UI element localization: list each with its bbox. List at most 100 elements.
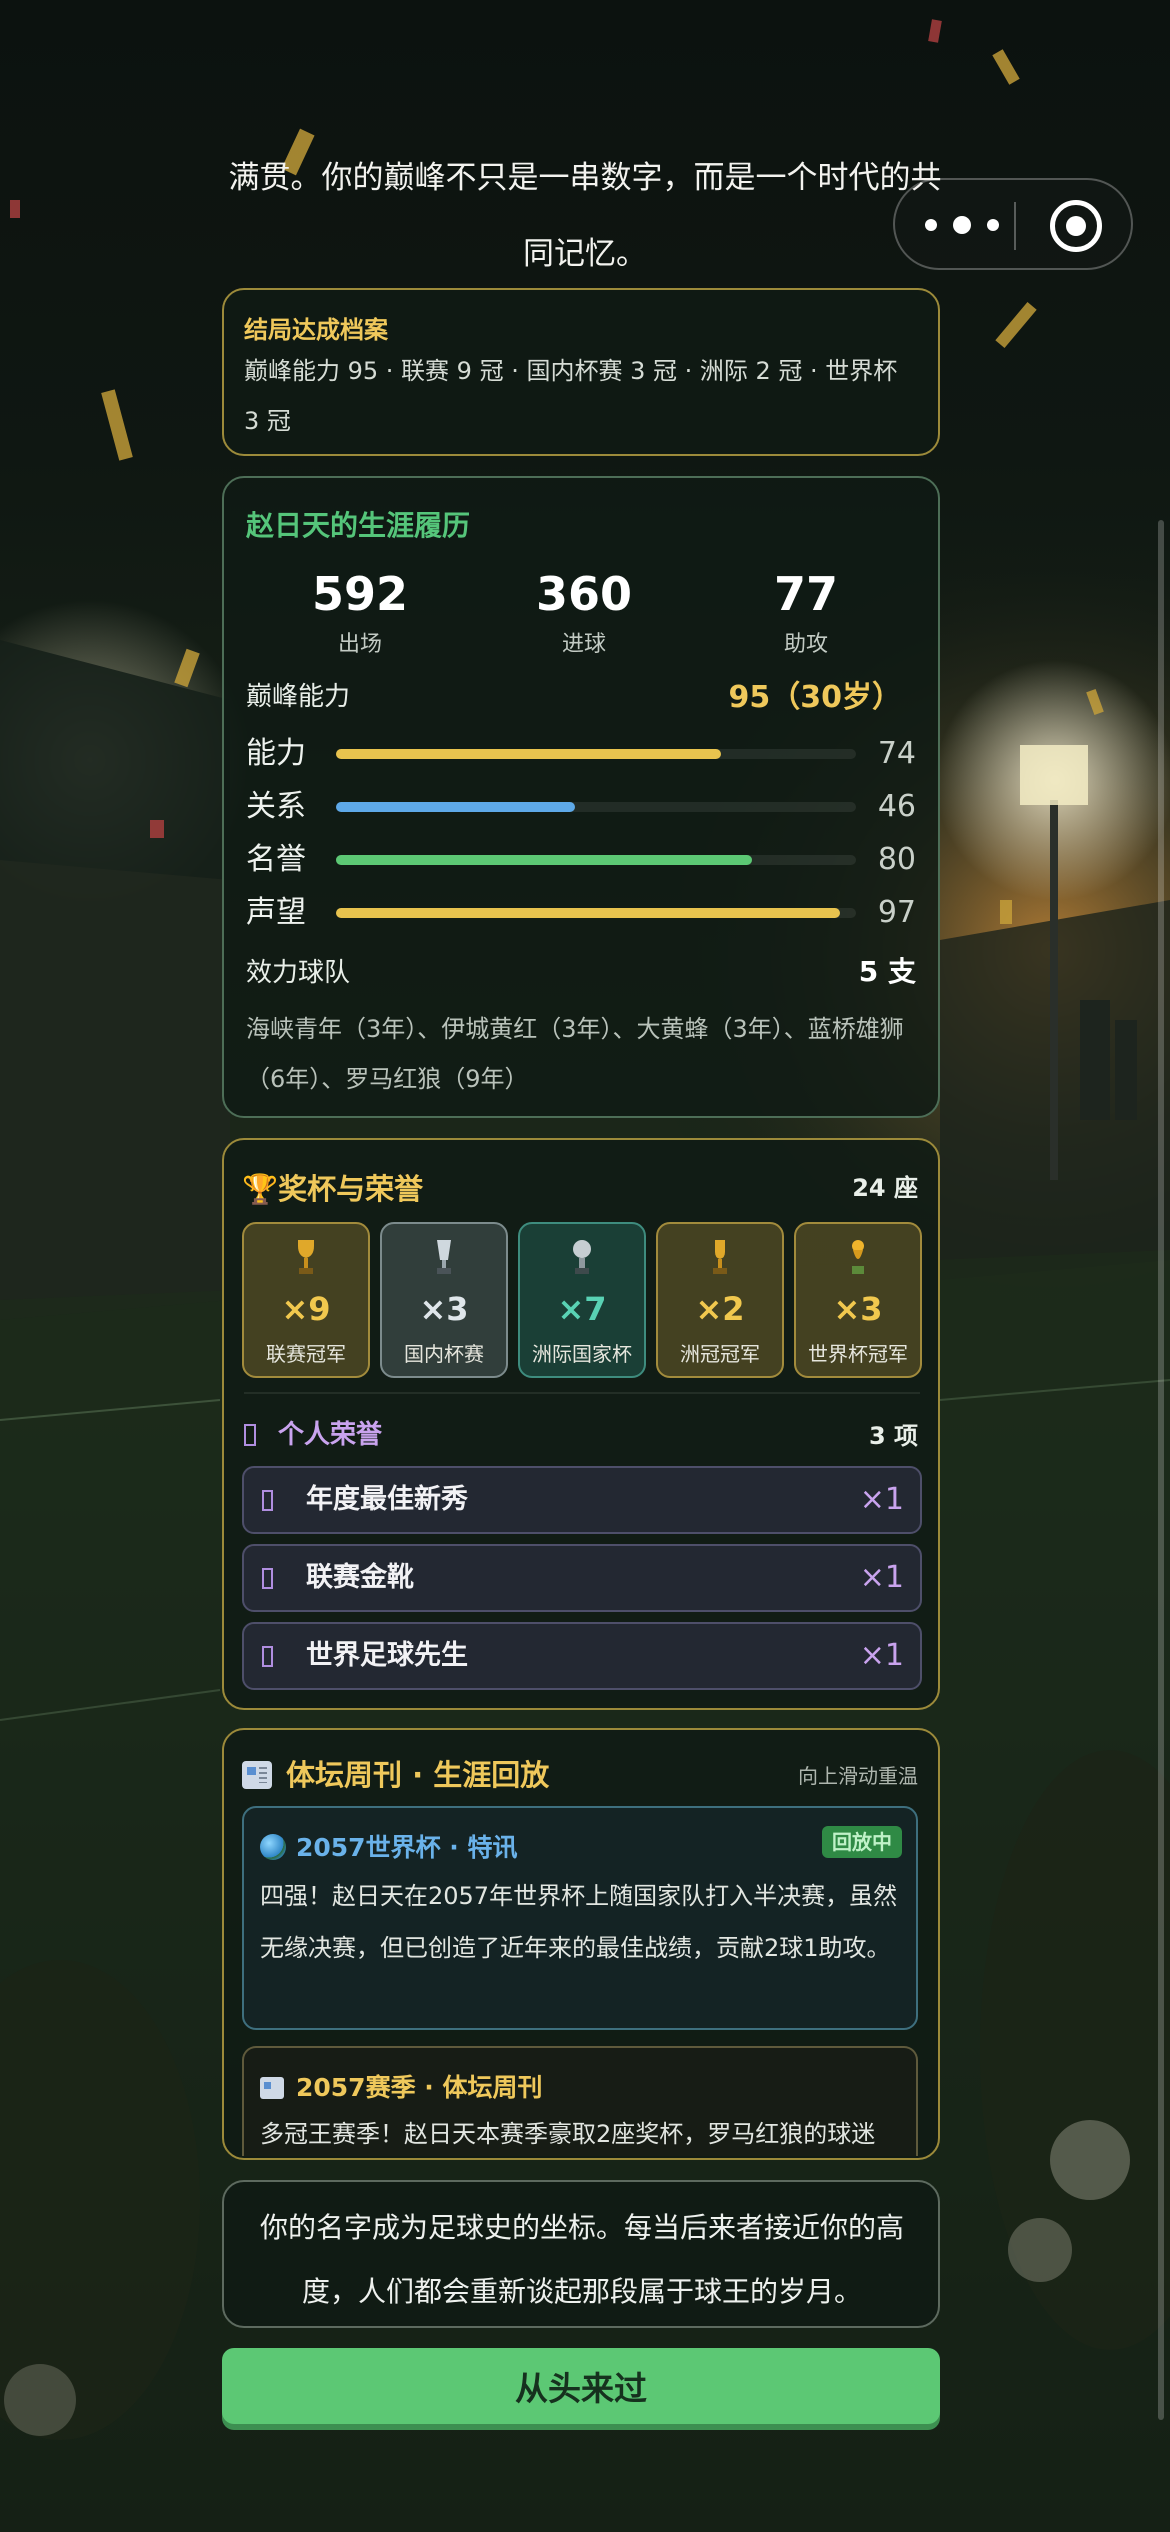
news-item[interactable]: 2057世界杯 · 特讯 回放中 四强！赵日天在2057年世界杯上随国家队打入半… [242,1806,918,2030]
trophy-count: ×2 [695,1290,745,1328]
teams-label: 效力球队 [246,958,351,988]
stat-value: 592 [311,567,409,621]
trophy-champions[interactable]: ×2 洲冠冠军 [656,1222,784,1378]
trophy-label: 联赛冠军 [266,1342,346,1366]
close-target-icon[interactable] [1050,200,1102,252]
stat-label: 进球 [561,632,606,657]
stat-assists: 77 助攻 [726,568,886,658]
trophy-count: ×3 [419,1290,469,1328]
personal-honors-title-text: 个人荣誉 [278,1420,383,1450]
medal-icon [262,1646,273,1667]
personal-honors-title: 个人荣誉 [244,1414,382,1451]
trophies-title-text: 奖杯与荣誉 [278,1172,424,1206]
stat-goals: 360 进球 [504,568,664,658]
ending-archive-card: 结局达成档案 巅峰能力 95 · 联赛 9 冠 · 国内杯赛 3 冠 · 洲际 … [222,288,940,456]
globe-icon [260,1834,286,1860]
news-item-header-text: 2057赛季 · 体坛周刊 [296,2073,543,2102]
honor-count: ×1 [859,1482,904,1517]
ability-bar: 能力 74 [246,734,916,774]
news-item-body: 四强！赵日天在2057年世界杯上随国家队打入半决赛，虽然无缘决赛，但已创造了近年… [260,1882,898,1962]
stat-value: 77 [773,567,838,621]
news-title-text: 体坛周刊 · 生涯回放 [286,1758,550,1792]
news-item[interactable]: 2057赛季 · 体坛周刊 多冠王赛季！赵日天本赛季豪取2座奖杯，罗马红狼的球迷 [242,2046,918,2156]
trophy-label: 国内杯赛 [404,1342,484,1366]
bar-fill [336,749,721,759]
honor-name: 世界足球先生 [306,1640,468,1671]
bar-value: 46 [877,789,916,824]
honor-count: ×1 [859,1560,904,1595]
bar-label: 声望 [246,895,306,930]
news-item-header: 2057世界杯 · 特讯 [260,1828,518,1864]
bar-label: 名誉 [246,842,306,877]
scrollbar[interactable] [1158,520,1164,2420]
trophy-icon [298,1240,314,1274]
restart-button[interactable]: 从头来过 [222,2348,940,2424]
honor-item[interactable]: 世界足球先生 ×1 [242,1622,922,1690]
stat-label: 出场 [337,632,382,657]
bar-track [336,908,856,918]
trophies-card: 🏆奖杯与荣誉 24 座 ×9 联赛冠军 ×3 国内杯赛 ×7 洲际国家杯 ×2 … [222,1138,940,1710]
bar-value: 80 [877,842,916,877]
teams-list: 海峡青年（3年）、伊城黄红（3年）、大黄蜂（3年）、蓝桥雄狮（6年）、罗马红狼（… [246,1015,904,1093]
trophy-icon [713,1240,727,1274]
news-item-header: 2057赛季 · 体坛周刊 [260,2068,543,2104]
personal-honors-count: 3 项 [868,1422,918,1450]
archive-title: 结局达成档案 [244,316,388,344]
honor-bar: 名誉 80 [246,840,916,880]
medal-icon [262,1568,273,1589]
honor-count: ×1 [859,1638,904,1673]
trophy-world-cup[interactable]: ×3 世界杯冠军 [794,1222,922,1378]
bar-label: 关系 [246,789,306,824]
trophy-tiles: ×9 联赛冠军 ×3 国内杯赛 ×7 洲际国家杯 ×2 洲冠冠军 ×3 世界杯冠… [242,1222,922,1378]
medal-icon [244,1424,256,1446]
archive-summary: 巅峰能力 95 · 联赛 9 冠 · 国内杯赛 3 冠 · 洲际 2 冠 · 世… [244,357,898,435]
stat-label: 助攻 [783,632,828,657]
trophy-count: ×7 [557,1290,607,1328]
trophy-count: ×3 [833,1290,883,1328]
bar-fill [336,855,752,865]
world-cup-icon [852,1240,864,1274]
bar-track [336,855,856,865]
trophies-title: 🏆奖杯与荣誉 [242,1166,423,1208]
trophy-league[interactable]: ×9 联赛冠军 [242,1222,370,1378]
bar-value: 97 [877,895,916,930]
bar-fill [336,908,841,918]
section-divider [244,1392,920,1394]
replaying-badge: 回放中 [822,1826,902,1858]
honor-item[interactable]: 联赛金靴 ×1 [242,1544,922,1612]
teams-count: 5 支 [858,955,916,988]
newspaper-icon [260,2077,284,2099]
news-title: 体坛周刊 · 生涯回放 [242,1752,549,1794]
trophy-icon: 🏆 [242,1172,279,1206]
relationship-bar: 关系 46 [246,787,916,827]
trophy-label: 洲际国家杯 [532,1342,632,1366]
news-item-header-text: 2057世界杯 · 特讯 [296,1833,518,1862]
medal-icon [262,1490,273,1511]
stat-value: 360 [535,567,633,621]
honor-name: 年度最佳新秀 [306,1484,468,1515]
newspaper-icon [242,1761,272,1789]
closing-card: 你的名字成为足球史的坐标。每当后来者接近你的高度，人们都会重新谈起那段属于球王的… [222,2180,940,2328]
trophy-label: 世界杯冠军 [808,1342,908,1366]
trophy-label: 洲冠冠军 [680,1342,760,1366]
honor-item[interactable]: 年度最佳新秀 ×1 [242,1466,922,1534]
cup-icon [437,1240,451,1274]
trophy-domestic-cup[interactable]: ×3 国内杯赛 [380,1222,508,1378]
reputation-bar: 声望 97 [246,893,916,933]
news-item-body: 多冠王赛季！赵日天本赛季豪取2座奖杯，罗马红狼的球迷 [260,2120,876,2148]
capsule-divider [1014,202,1016,250]
news-replay-card[interactable]: 体坛周刊 · 生涯回放 向上滑动重温 2057世界杯 · 特讯 回放中 四强！赵… [222,1728,940,2160]
globe-trophy-icon [573,1240,591,1274]
scroll-hint: 向上滑动重温 [798,1764,918,1788]
bar-label: 能力 [246,736,306,771]
career-card: 赵日天的生涯履历 592 出场 360 进球 77 助攻 巅峰能力 95（30岁… [222,476,940,1118]
honor-name: 联赛金靴 [306,1562,414,1593]
career-title: 赵日天的生涯履历 [246,509,471,542]
closing-text: 你的名字成为足球史的坐标。每当后来者接近你的高度，人们都会重新谈起那段属于球王的… [259,2211,904,2308]
bar-fill [336,802,576,812]
intro-line-1: 满贯。你的巅峰不只是一串数字，而是一个时代的共 [228,160,942,196]
bar-track [336,802,856,812]
stat-appearances: 592 出场 [280,568,440,658]
trophy-continental-national[interactable]: ×7 洲际国家杯 [518,1222,646,1378]
intro-line-2: 同记忆。 [523,236,647,272]
